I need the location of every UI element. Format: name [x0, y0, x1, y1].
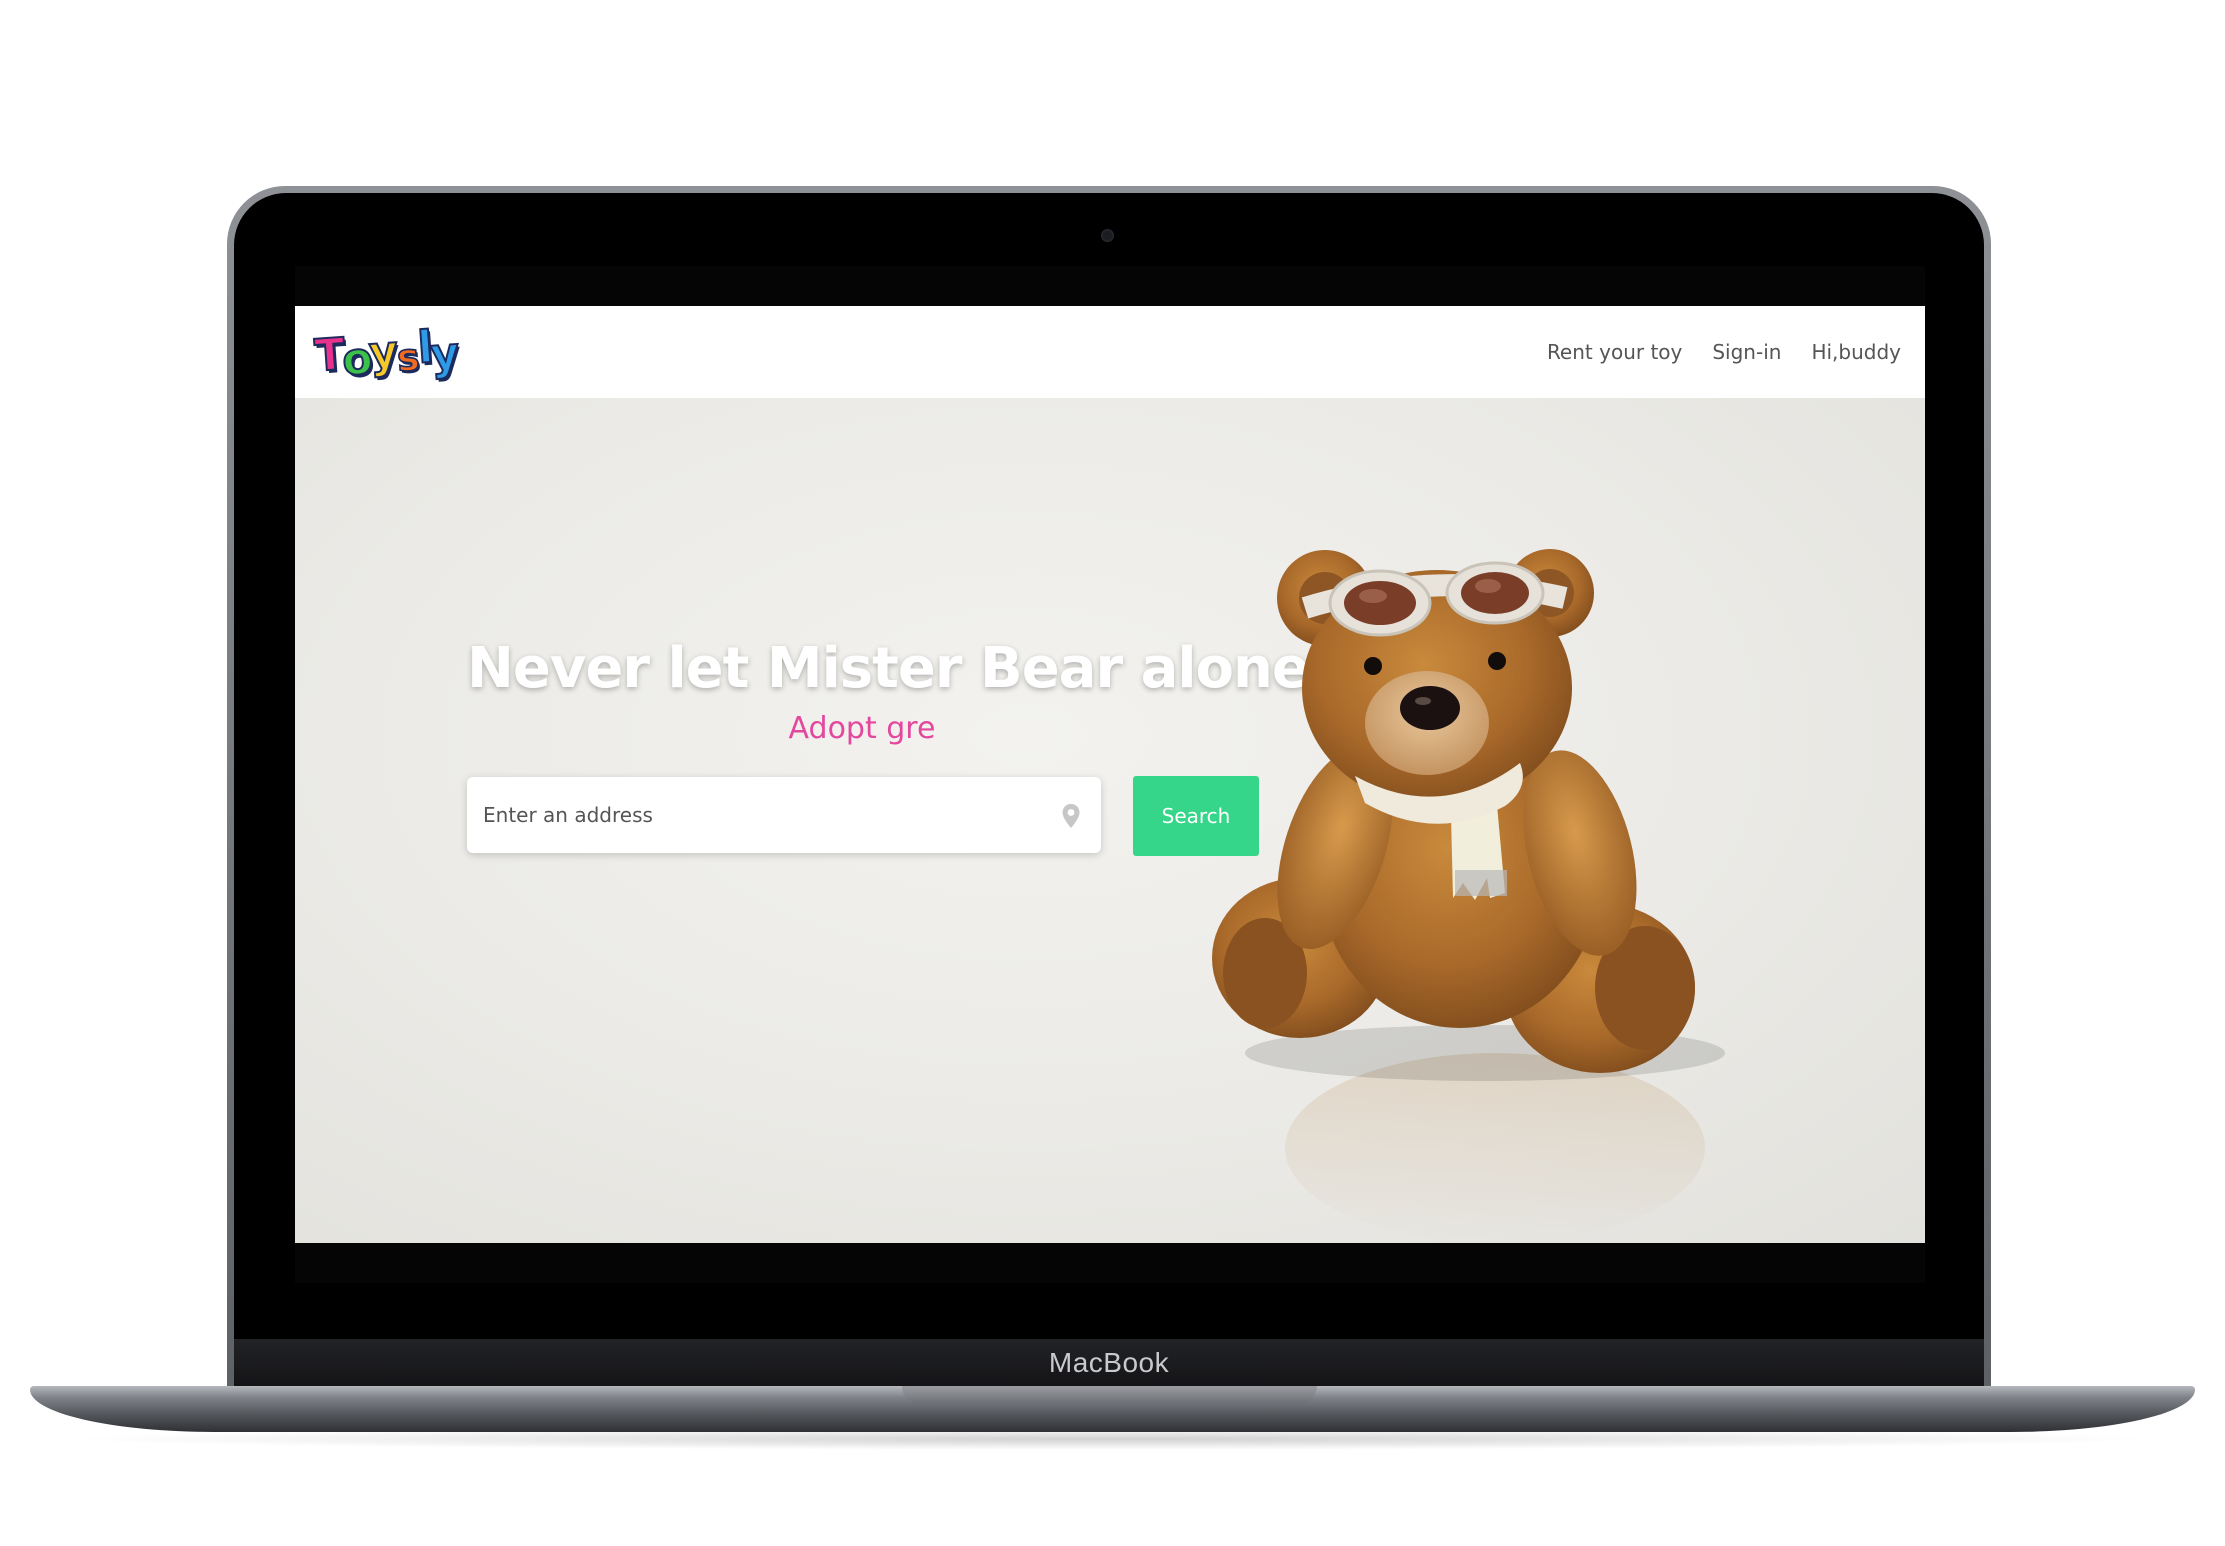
hero-section: Never let Mister Bear alone! Adopt gre S… [295, 398, 1925, 1243]
toysly-logo[interactable]: Toysly [312, 321, 459, 387]
laptop-notch [902, 1386, 1317, 1404]
nav-link-user-greeting[interactable]: Hi,buddy [1811, 340, 1901, 364]
top-navbar: Toysly Rent your toy Sign-in Hi,buddy [295, 306, 1925, 398]
hero-title: Never let Mister Bear alone! [467, 636, 1334, 701]
address-input[interactable] [467, 777, 1027, 853]
nav-links: Rent your toy Sign-in Hi,buddy [1547, 306, 1901, 398]
browser-viewport: Toysly Rent your toy Sign-in Hi,buddy Ne… [295, 266, 1925, 1283]
nav-link-rent-your-toy[interactable]: Rent your toy [1547, 340, 1682, 364]
hero-subtitle: Adopt gre [788, 711, 936, 746]
teddy-bear-image [1212, 549, 1725, 1243]
nav-link-sign-in[interactable]: Sign-in [1712, 340, 1781, 364]
camera-icon [1101, 229, 1114, 242]
device-label: MacBook [1048, 1347, 1170, 1378]
macbook-mockup: Toysly Rent your toy Sign-in Hi,buddy Ne… [0, 0, 2225, 1546]
address-search-box [467, 777, 1101, 853]
map-pin-icon [1062, 804, 1080, 828]
